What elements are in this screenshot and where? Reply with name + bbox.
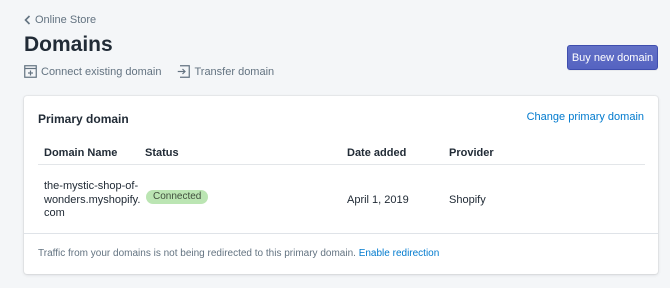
breadcrumb-label: Online Store: [35, 14, 97, 26]
connect-existing-domain-button[interactable]: Connect existing domain: [24, 65, 161, 78]
secondary-actions: Connect existing domain Transfer domain: [24, 65, 274, 78]
domain-name-line: wonders.myshopify.: [44, 193, 141, 206]
domain-name-line: com: [44, 207, 65, 219]
enable-redirection-link[interactable]: Enable redirection: [359, 248, 440, 259]
redirect-notice-text: Traffic from your domains is not being r…: [38, 248, 356, 259]
change-primary-domain-link[interactable]: Change primary domain: [527, 111, 644, 123]
chevron-left-icon: [24, 15, 31, 25]
domain-name-cell: the-mystic-shop-of- wonders.myshopify. c…: [44, 180, 141, 221]
status-cell: Connected: [146, 190, 209, 204]
column-header-provider: Provider: [449, 147, 494, 159]
transfer-domain-icon: [178, 65, 191, 78]
card-title: Primary domain: [38, 112, 129, 126]
primary-domain-card: Primary domain Change primary domain Dom…: [24, 96, 658, 274]
column-header-date-added: Date added: [347, 147, 407, 159]
status-badge: Connected: [146, 190, 209, 204]
breadcrumb[interactable]: Online Store: [24, 14, 96, 26]
redirect-notice: Traffic from your domains is not being r…: [38, 248, 439, 259]
transfer-domain-label: Transfer domain: [194, 65, 275, 78]
card-footer: Traffic from your domains is not being r…: [24, 233, 658, 274]
domain-name-line: the-mystic-shop-of-: [44, 180, 139, 192]
date-added-cell: April 1, 2019: [347, 194, 409, 206]
transfer-domain-button[interactable]: Transfer domain: [177, 65, 274, 78]
provider-cell: Shopify: [449, 194, 486, 206]
connect-domain-icon: [24, 65, 37, 78]
buy-new-domain-button[interactable]: Buy new domain: [567, 45, 658, 70]
column-header-domain-name: Domain Name: [44, 147, 118, 159]
table-header: Domain Name Status Date added Provider: [38, 147, 645, 165]
table-row: the-mystic-shop-of- wonders.myshopify. c…: [38, 166, 645, 230]
column-header-status: Status: [145, 147, 179, 159]
connect-existing-domain-label: Connect existing domain: [41, 65, 162, 78]
page-title: Domains: [24, 33, 113, 56]
